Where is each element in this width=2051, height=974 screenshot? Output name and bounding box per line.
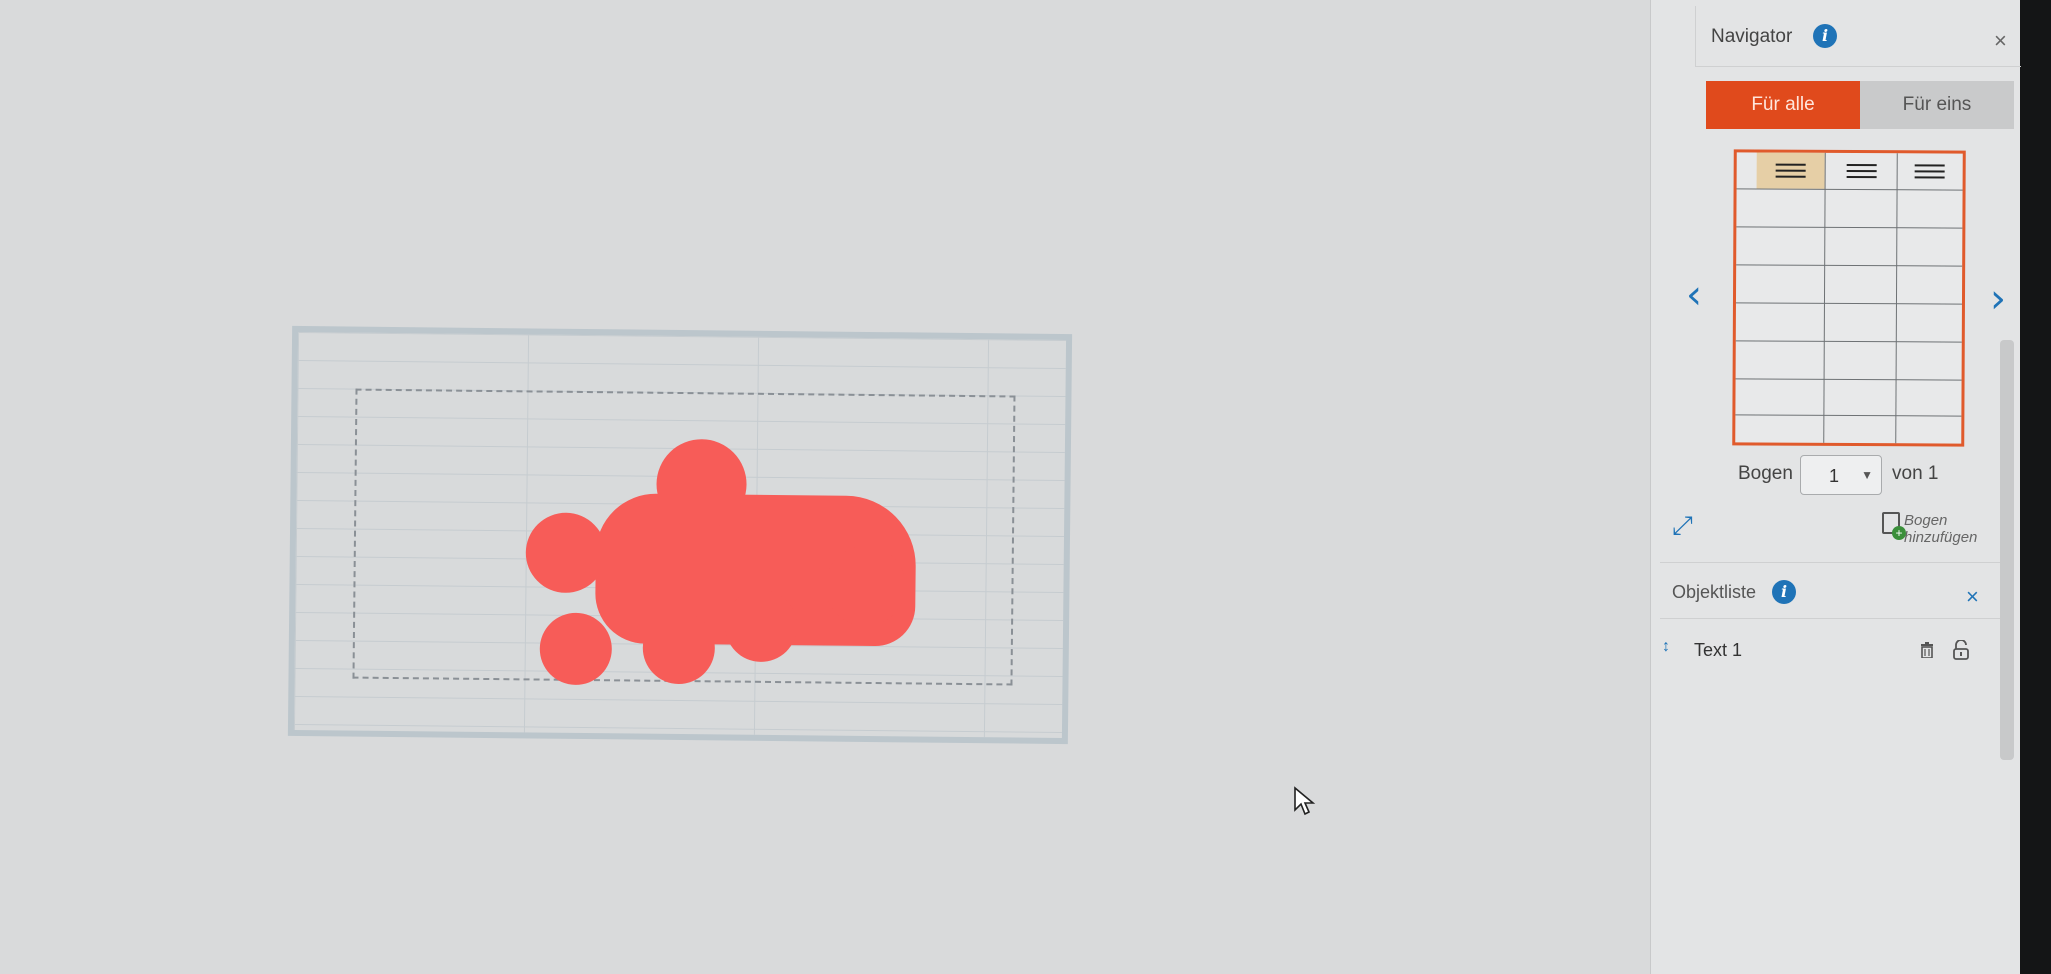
info-icon[interactable]: i <box>1813 24 1837 48</box>
sheet-label: Bogen <box>1738 463 1793 484</box>
unlock-icon[interactable] <box>1952 640 1970 660</box>
add-sheet-button[interactable]: + Bogen hinzufügen <box>1882 512 1988 546</box>
expand-icon[interactable]: ⤢ <box>1672 510 1693 542</box>
chevron-down-icon: ▼ <box>1861 468 1873 482</box>
thumbnail-grid-line <box>1823 152 1826 443</box>
text-lines-icon <box>1914 164 1945 179</box>
redaction-blob <box>525 512 607 594</box>
editor-canvas[interactable] <box>0 0 1690 974</box>
object-name: Text 1 <box>1694 640 1743 660</box>
thumbnail-grid-line <box>1735 340 1962 343</box>
add-page-icon: + <box>1882 512 1906 540</box>
thumbnail-grid-line <box>1736 188 1963 191</box>
object-list-item[interactable]: ↕ Text 1 <box>1662 636 1992 668</box>
redaction-blob <box>825 545 906 627</box>
sheet-thumbnail[interactable] <box>1732 149 1966 447</box>
text-lines-icon <box>1846 163 1877 179</box>
redaction-blob <box>642 611 716 685</box>
drag-handle-icon[interactable]: ↕ <box>1662 638 1670 656</box>
divider <box>1660 562 2000 563</box>
trash-icon[interactable] <box>1920 642 1934 658</box>
tab-fuer-alle[interactable]: Für alle <box>1706 81 1860 129</box>
mouse-cursor-icon <box>1294 786 1316 816</box>
panel-scrollbar[interactable] <box>2000 340 2014 760</box>
monitor-bezel <box>2020 0 2051 974</box>
close-icon[interactable]: × <box>1966 586 1979 608</box>
thumbnail-grid-line <box>1736 264 1963 267</box>
sheet-select-value: 1 <box>1829 466 1840 486</box>
chevron-right-icon[interactable]: › <box>1990 276 2006 322</box>
navigator-title: Navigator <box>1711 26 1793 47</box>
text-lines-icon <box>1775 163 1806 178</box>
thumbnail-grid-line <box>1895 153 1898 444</box>
info-icon[interactable]: i <box>1772 580 1796 604</box>
thumbnail-cell[interactable] <box>1827 153 1897 189</box>
thumbnail-grid-line <box>1736 226 1963 229</box>
print-area <box>352 388 1016 686</box>
divider <box>1660 618 2000 619</box>
add-sheet-label: Bogen hinzufügen <box>1904 512 1978 546</box>
close-icon[interactable]: × <box>1994 30 2007 52</box>
redaction-blob <box>724 589 798 663</box>
thumbnail-grid-line <box>1735 414 1962 417</box>
redaction-blob <box>539 612 613 686</box>
thumbnail-cell[interactable] <box>1897 153 1963 189</box>
chevron-left-icon[interactable]: ‹ <box>1686 272 1702 318</box>
label-sheet[interactable] <box>287 325 1073 745</box>
navigator-header: Navigator i × <box>1695 6 2021 67</box>
thumbnail-grid-line <box>1735 302 1962 305</box>
tab-fuer-eins[interactable]: Für eins <box>1860 81 2014 129</box>
thumbnail-grid-line <box>1735 378 1962 381</box>
thumbnail-cell-selected[interactable] <box>1756 152 1825 189</box>
sheet-select[interactable]: 1 ▼ <box>1800 455 1882 495</box>
object-list-title: Objektliste <box>1672 582 1757 602</box>
sheet-total: von 1 <box>1892 463 1939 484</box>
redaction-blob <box>656 438 748 530</box>
navigator-tabs: Für alle Für eins <box>1706 81 2014 129</box>
